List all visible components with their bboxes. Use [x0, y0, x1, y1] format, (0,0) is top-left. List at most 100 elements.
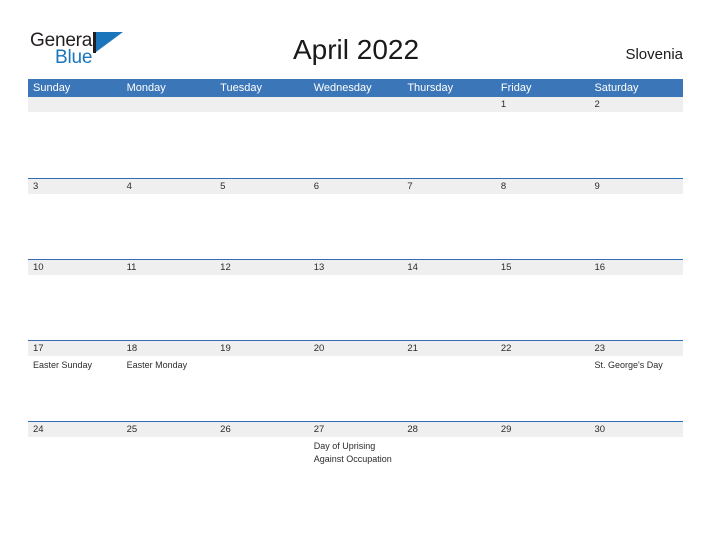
day-number: 1	[495, 97, 590, 112]
day-number: 8	[495, 179, 590, 194]
calendar-day-cell[interactable]: 10	[28, 260, 122, 340]
calendar-day-cell[interactable]: 18 Easter Monday	[121, 341, 216, 421]
day-event: St. George's Day	[594, 360, 663, 370]
day-event	[496, 194, 590, 197]
day-event: Day of Uprising Against Occupation	[313, 441, 392, 464]
day-number: 14	[402, 260, 496, 275]
day-number: 17	[28, 341, 122, 356]
calendar-week-row: 17 Easter Sunday 18 Easter Monday 19 20 …	[28, 340, 684, 421]
day-number: 30	[589, 422, 684, 437]
day-event	[496, 275, 590, 278]
calendar-day-cell[interactable]: 25	[121, 422, 216, 502]
calendar-day-cell[interactable]: 16	[589, 260, 684, 340]
day-event	[589, 275, 683, 278]
calendar-day-cell[interactable]: 30	[589, 422, 684, 502]
calendar-day-cell[interactable]: 22	[495, 341, 590, 421]
day-event	[309, 356, 403, 359]
day-number: 28	[402, 422, 496, 437]
day-number	[402, 97, 496, 112]
calendar-day-cell[interactable]	[121, 97, 216, 178]
day-number: 23	[589, 341, 684, 356]
weekday-header-sunday: Sunday	[33, 82, 71, 94]
weekday-header-row: Sunday Monday Tuesday Wednesday Thursday…	[28, 79, 683, 97]
day-number: 19	[215, 341, 309, 356]
calendar-day-cell[interactable]: 15	[495, 260, 590, 340]
day-number: 25	[121, 422, 216, 437]
calendar-day-cell[interactable]	[308, 97, 403, 178]
calendar-day-cell[interactable]: 26	[215, 422, 309, 502]
calendar-day-cell[interactable]: 7	[402, 179, 496, 259]
calendar-day-cell[interactable]: 28	[402, 422, 496, 502]
calendar-day-cell[interactable]: 14	[402, 260, 496, 340]
calendar-day-cell[interactable]: 24	[28, 422, 122, 502]
calendar-day-cell[interactable]: 13	[308, 260, 403, 340]
calendar-day-cell[interactable]: 19	[215, 341, 309, 421]
day-number: 10	[28, 260, 122, 275]
day-number: 2	[589, 97, 684, 112]
calendar-day-cell[interactable]: 2	[589, 97, 684, 178]
calendar-week-row: 1 2	[28, 97, 684, 178]
day-event	[215, 112, 309, 115]
day-number: 12	[215, 260, 309, 275]
calendar-day-cell[interactable]	[215, 97, 309, 178]
weekday-header-tuesday: Tuesday	[220, 82, 262, 94]
day-event	[122, 112, 216, 115]
day-number: 22	[495, 341, 590, 356]
calendar-day-cell[interactable]: 3	[28, 179, 122, 259]
page-header: General Blue April 2022 Slovenia	[0, 0, 712, 76]
day-event	[215, 437, 309, 440]
day-number: 5	[215, 179, 309, 194]
calendar-grid: Sunday Monday Tuesday Wednesday Thursday…	[28, 79, 684, 502]
day-event	[402, 275, 496, 278]
day-number	[215, 97, 309, 112]
day-event	[402, 112, 496, 115]
day-number	[28, 97, 122, 112]
day-number: 7	[402, 179, 496, 194]
day-event	[589, 437, 683, 440]
day-event	[122, 275, 216, 278]
day-event: Easter Sunday	[33, 360, 93, 370]
calendar-day-cell[interactable]	[402, 97, 496, 178]
day-number	[308, 97, 403, 112]
calendar-day-cell[interactable]: 27 Day of Uprising Against Occupation	[308, 422, 403, 502]
day-event	[589, 112, 683, 115]
day-number: 26	[215, 422, 309, 437]
calendar-day-cell[interactable]: 21	[402, 341, 496, 421]
day-event	[215, 356, 309, 359]
calendar-week-row: 10 11 12 13 14 15 16	[28, 259, 684, 340]
day-number: 3	[28, 179, 122, 194]
day-number: 27	[308, 422, 403, 437]
day-number: 29	[495, 422, 590, 437]
calendar-day-cell[interactable]: 17 Easter Sunday	[28, 341, 122, 421]
day-event	[28, 112, 122, 115]
day-event	[402, 437, 496, 440]
calendar-day-cell[interactable]: 11	[121, 260, 216, 340]
weekday-header-monday: Monday	[126, 82, 166, 94]
calendar-day-cell[interactable]: 6	[308, 179, 403, 259]
day-number: 21	[402, 341, 496, 356]
day-event: Easter Monday	[126, 360, 188, 370]
day-number: 16	[589, 260, 684, 275]
calendar-day-cell[interactable]: 1	[495, 97, 590, 178]
day-event	[402, 356, 496, 359]
day-number	[121, 97, 216, 112]
calendar-page: General Blue April 2022 Slovenia Sunday …	[0, 0, 712, 550]
day-number: 20	[308, 341, 403, 356]
calendar-day-cell[interactable]: 20	[308, 341, 403, 421]
calendar-day-cell[interactable]	[28, 97, 122, 178]
calendar-day-cell[interactable]: 23 St. George's Day	[589, 341, 684, 421]
calendar-day-cell[interactable]: 9	[589, 179, 684, 259]
page-title: April 2022	[292, 34, 420, 65]
calendar-day-cell[interactable]: 5	[215, 179, 309, 259]
calendar-day-cell[interactable]: 29	[495, 422, 590, 502]
weekday-header-thursday: Thursday	[407, 82, 454, 94]
calendar-day-cell[interactable]: 8	[495, 179, 590, 259]
day-number: 13	[308, 260, 403, 275]
day-event	[496, 356, 590, 359]
day-event	[496, 112, 590, 115]
calendar-day-cell[interactable]: 12	[215, 260, 309, 340]
day-number: 9	[589, 179, 684, 194]
day-number: 11	[121, 260, 216, 275]
day-number: 15	[495, 260, 590, 275]
calendar-day-cell[interactable]: 4	[121, 179, 216, 259]
